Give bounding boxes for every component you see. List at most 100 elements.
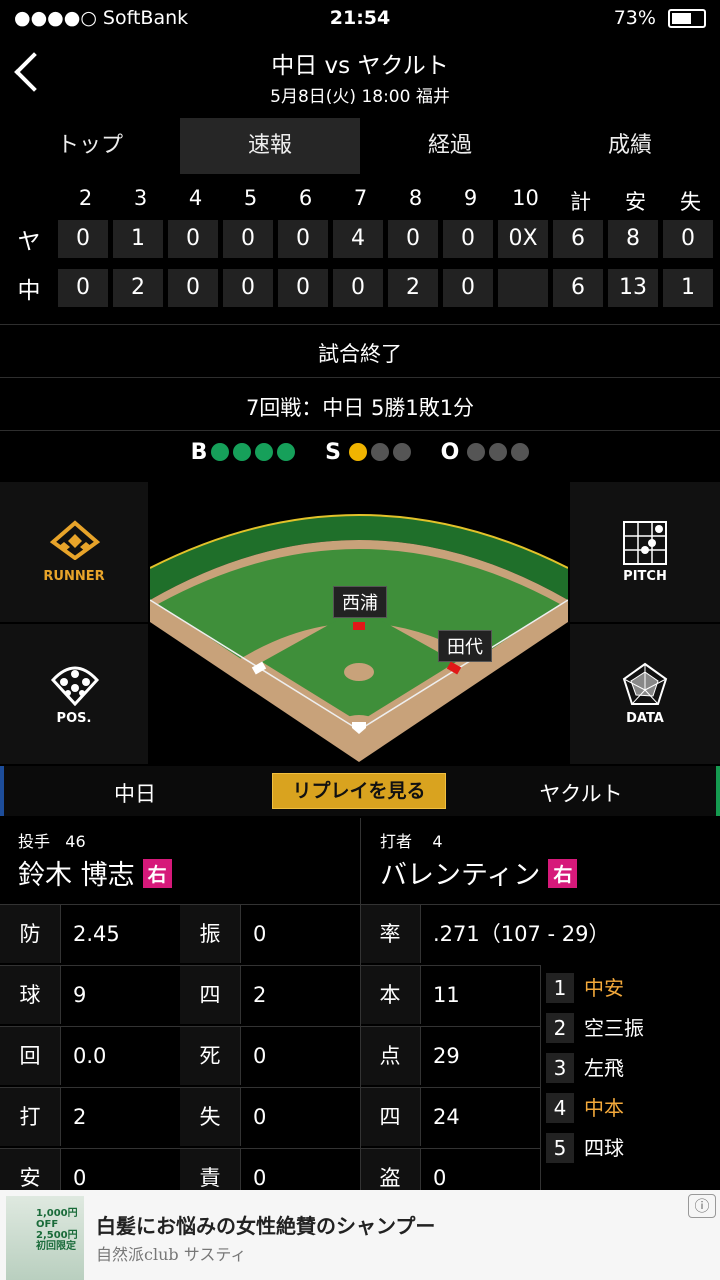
count-dot [233,443,252,461]
pitcher-number: 46 [65,832,86,851]
home-team-label: 中日 [114,782,156,806]
scoreboard-cell: 0 [333,269,383,307]
scoreboard-column-label: 2 [78,186,93,210]
stat-value: 0 [241,904,360,963]
at-bat-item: 2 空三振 [546,1012,720,1048]
scoreboard-cell: 1 [113,220,163,258]
scoreboard-column-label: 8 [408,186,423,210]
scoreboard-cell: 1 [663,269,713,307]
game-datetime: 5月8日(火) 18:00 福井 [270,87,450,107]
stat-key: 本 [360,965,421,1024]
scoreboard-cell: 4 [333,220,383,258]
bso-counter: B S O [0,440,720,465]
count-dot [277,443,296,461]
scoreboard-cell: 0 [58,220,108,258]
scoreboard-row-home: 中 0 2 0 0 0 0 2 0 6 13 1 [0,267,718,309]
strike-label: S [325,440,341,465]
pitcher-role: 投手 [18,832,51,851]
scoreboard-cell: 2 [113,269,163,307]
scoreboard-cell: 2 [388,269,438,307]
away-team-label: ヤクルト [539,782,623,806]
stat-key: 球 [0,965,61,1024]
scoreboard-cell [498,269,548,307]
at-bat-result: 四球 [584,1136,624,1160]
battery-percent: 73% [613,7,656,29]
pitcher-name-row: 鈴木 博志右 [18,853,172,892]
stat-key: 四 [180,965,241,1024]
pitcher-header: 投手 46 [18,828,86,852]
count-dot [211,443,230,461]
runner-second-name: 西浦 [333,586,387,618]
at-bat-result: 左飛 [584,1056,624,1080]
runner-label: RUNNER [43,569,105,584]
scoreboard-cell: 6 [553,269,603,307]
scoreboard-cell: 0 [223,220,273,258]
scoreboard-cell: 0 [443,269,493,307]
ball-label: B [190,440,208,465]
data-button[interactable]: DATA [570,624,720,764]
ad-info-icon[interactable]: ⓘ [688,1194,716,1218]
scoreboard-cell: 0 [58,269,108,307]
scoreboard-column-label: 9 [463,186,478,210]
scoreboard-column-label: 4 [188,186,203,210]
series-record: 7回戦：中日 5勝1敗1分 [245,396,475,420]
scoreboard-cell: 8 [608,220,658,258]
scoreboard-cell: 0 [663,220,713,258]
divider [0,377,720,378]
count-dot [348,443,367,461]
out-label: O [440,440,460,465]
scoreboard-column-label: 5 [243,186,258,210]
scoreboard-cell: 0 [388,220,438,258]
at-bat-result: 中安 [584,976,624,1000]
tab-stats[interactable]: 成績 [540,118,720,174]
scoreboard-column-label: 6 [298,186,313,210]
scoreboard-cell: 13 [608,269,658,307]
at-bat-item: 5 四球 [546,1132,720,1168]
batting-average: .271（107 - 29） [421,904,720,963]
position-button[interactable]: POS. [0,624,148,764]
ad-sponsor: 自然派club サスティ [96,1245,247,1264]
scoreboard-cell: 0 [223,269,273,307]
at-bat-item: 3 左飛 [546,1052,720,1088]
stat-key: 打 [0,1087,61,1146]
batter-number: 4 [432,832,443,851]
stat-value: 0.0 [61,1026,180,1085]
tab-live[interactable]: 速報 [180,118,360,174]
game-status: 試合終了 [318,342,402,366]
pitcher-hand-badge: 右 [142,859,172,888]
scoreboard-column-label: 3 [133,186,148,210]
scoreboard-cell: 0 [278,269,328,307]
ad-banner[interactable]: 1,000円OFF 2,500円 初回限定 白髪にお悩みの女性絶賛のシャンプー … [0,1190,720,1280]
stat-value: 9 [61,965,180,1024]
batter-role: 打者 [380,832,413,851]
battery-indicator: 73% [614,7,706,29]
stat-key: 回 [0,1026,61,1085]
stat-key: 四 [360,1087,421,1146]
count-dot [511,443,530,461]
stat-key: 点 [360,1026,421,1085]
runner-button[interactable]: RUNNER [0,482,148,622]
scoreboard-cell: 0 [168,220,218,258]
count-dot [370,443,389,461]
runner-first-name: 田代 [438,630,492,662]
battery-icon [668,9,706,28]
tab-top[interactable]: トップ [0,118,180,174]
count-dot [255,443,274,461]
stat-value: 2 [61,1087,180,1146]
at-bat-item: 4 中本 [546,1092,720,1128]
scoreboard-column-label: 失 [680,190,701,214]
replay-button[interactable]: リプレイを見る [272,773,446,809]
at-bat-number: 1 [546,973,574,1003]
stat-value: 0 [241,1026,360,1085]
batter-hand-badge: 右 [548,859,578,888]
pitch-button[interactable]: PITCH [570,482,720,622]
stat-key: 失 [180,1087,241,1146]
stat-value: 2 [241,965,360,1024]
tab-progress[interactable]: 経過 [360,118,540,174]
scoreboard-column-label: 計 [570,190,591,214]
stat-value: 2.45 [61,904,180,963]
at-bat-number: 5 [546,1133,574,1163]
position-icon [50,666,100,706]
pitch-label: PITCH [623,569,667,584]
at-bat-number: 2 [546,1013,574,1043]
